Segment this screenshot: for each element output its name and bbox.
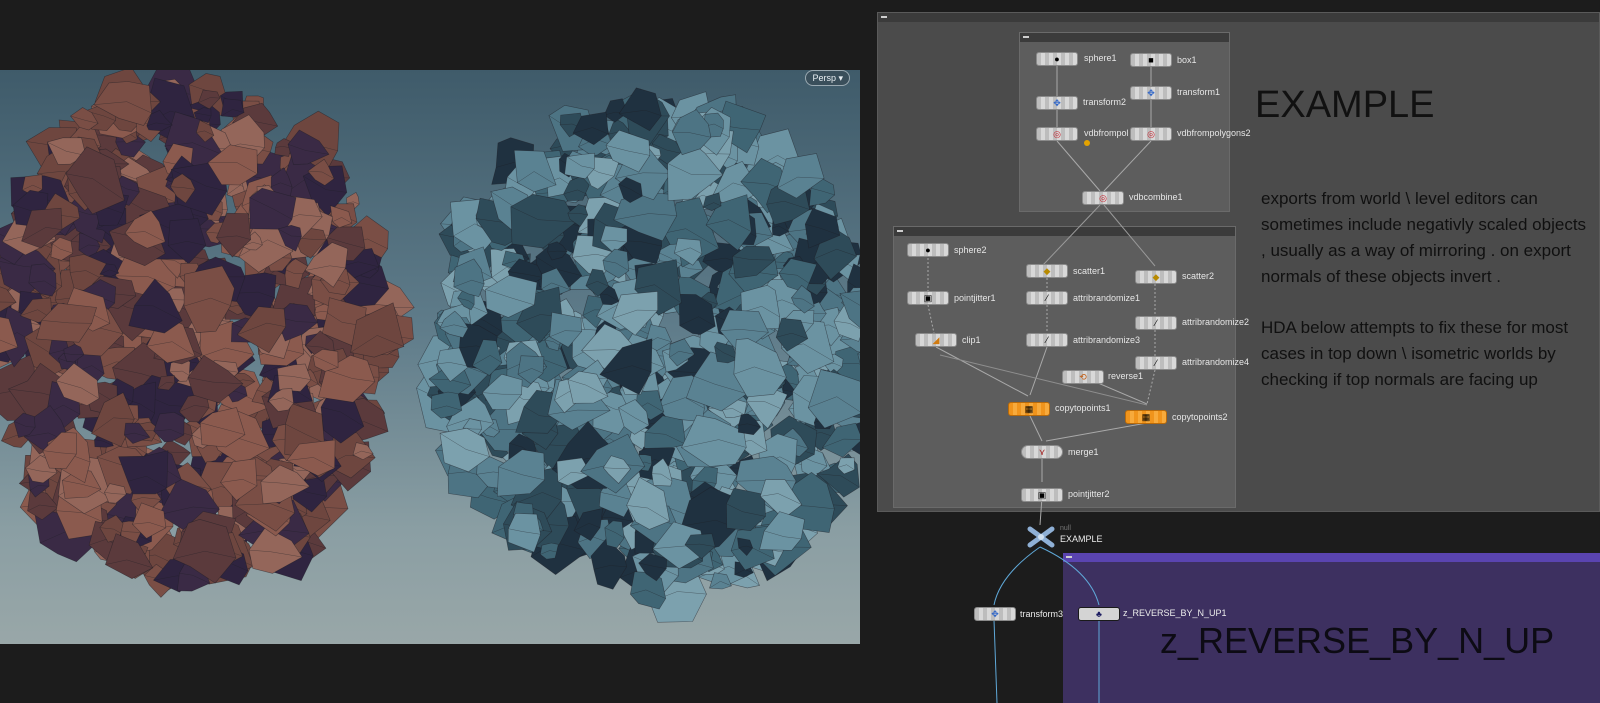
node-label: sphere2 (954, 245, 987, 255)
node-reverse1[interactable]: ⟲ (1062, 370, 1104, 384)
node-label: clip1 (962, 335, 981, 345)
node-vdbfrompolygons2[interactable]: ◎ (1130, 127, 1172, 141)
transform-icon: ✥ (1147, 88, 1155, 98)
node-label: scatter2 (1182, 271, 1215, 281)
null-icon (1027, 526, 1055, 548)
reverse-icon: ⟲ (1079, 372, 1087, 382)
transform-icon: ✥ (1053, 98, 1061, 108)
node-label: merge1 (1068, 447, 1099, 457)
node-sphere2[interactable]: ● (907, 243, 949, 257)
node-attribrandomize4[interactable]: ⁄ (1135, 356, 1177, 370)
node-label: box1 (1177, 55, 1197, 65)
clip-icon: ◢ (932, 335, 940, 345)
node-label: vdbfrompol (1084, 128, 1129, 138)
copy-icon: ▦ (1141, 412, 1151, 422)
node-scatter1[interactable]: ◆ (1026, 264, 1068, 278)
scatter-icon: ◆ (1152, 272, 1160, 282)
vdb-icon: ◎ (1053, 129, 1061, 139)
node-attribrandomize2[interactable]: ⁄ (1135, 316, 1177, 330)
node-label: attribrandomize3 (1073, 335, 1141, 345)
scatter-icon: ◆ (1043, 266, 1051, 276)
node-label: attribrandomize2 (1182, 317, 1250, 327)
node-label: transform2 (1083, 97, 1127, 107)
node-sphere1[interactable]: ● (1036, 52, 1078, 66)
node-box1[interactable]: ■ (1130, 53, 1172, 67)
node-label: vdbcombine1 (1129, 192, 1183, 202)
node-label: copytopoints2 (1172, 412, 1228, 422)
node-wires (927, 66, 1156, 703)
node-pointjitter1[interactable]: ▣ (907, 291, 949, 305)
node-label: attribrandomize4 (1182, 357, 1250, 367)
node-vdbfrompolygons1[interactable]: ◎ (1036, 127, 1078, 141)
node-label: pointjitter1 (954, 293, 996, 303)
transform-icon: ✥ (991, 609, 999, 619)
node-label: reverse1 (1108, 371, 1144, 381)
node-merge1[interactable]: ⋎ (1021, 445, 1063, 459)
attrib-icon: ⁄ (1046, 293, 1048, 303)
attrib-icon: ⁄ (1155, 318, 1157, 328)
jitter-icon: ▣ (1037, 490, 1047, 500)
node-label: scatter1 (1073, 266, 1106, 276)
attrib-icon: ⁄ (1155, 358, 1157, 368)
node-transform1[interactable]: ✥ (1130, 86, 1172, 100)
node-label: pointjitter2 (1068, 489, 1110, 499)
node-label: z_REVERSE_BY_N_UP1 (1123, 608, 1227, 618)
attrib-icon: ⁄ (1046, 335, 1048, 345)
node-vdbcombine1[interactable]: ◎ (1082, 191, 1124, 205)
node-label: sphere1 (1084, 53, 1117, 63)
node-type-label: null (1060, 525, 1071, 532)
node-label: EXAMPLE (1060, 534, 1103, 544)
sphere-icon: ● (1054, 54, 1060, 64)
merge-icon: ⋎ (1038, 447, 1046, 457)
node-z-reverse-by-n-up1[interactable]: ♣ (1078, 607, 1120, 621)
node-attribrandomize1[interactable]: ⁄ (1026, 291, 1068, 305)
node-clip1[interactable]: ◢ (915, 333, 957, 347)
node-label: copytopoints1 (1055, 403, 1111, 413)
node-pointjitter2[interactable]: ▣ (1021, 488, 1063, 502)
copy-icon: ▦ (1024, 404, 1034, 414)
sphere-icon: ● (925, 245, 931, 255)
vdb-icon: ◎ (1099, 193, 1107, 203)
warning-icon (1084, 140, 1090, 146)
node-transform2[interactable]: ✥ (1036, 96, 1078, 110)
node-label: transform3 (1020, 609, 1064, 619)
node-label: attribrandomize1 (1073, 293, 1141, 303)
vdb-icon: ◎ (1147, 129, 1155, 139)
node-attribrandomize3[interactable]: ⁄ (1026, 333, 1068, 347)
node-scatter2[interactable]: ◆ (1135, 270, 1177, 284)
node-label: vdbfrompolygons2 (1177, 128, 1251, 138)
hda-icon: ♣ (1096, 609, 1102, 619)
jitter-icon: ▣ (923, 293, 933, 303)
node-example-null[interactable] (1026, 526, 1056, 548)
node-label: transform1 (1177, 87, 1221, 97)
box-icon: ■ (1148, 55, 1154, 65)
node-copytopoints1[interactable]: ▦ (1008, 402, 1050, 416)
node-copytopoints2[interactable]: ▦ (1125, 410, 1167, 424)
node-transform3[interactable]: ✥ (974, 607, 1016, 621)
